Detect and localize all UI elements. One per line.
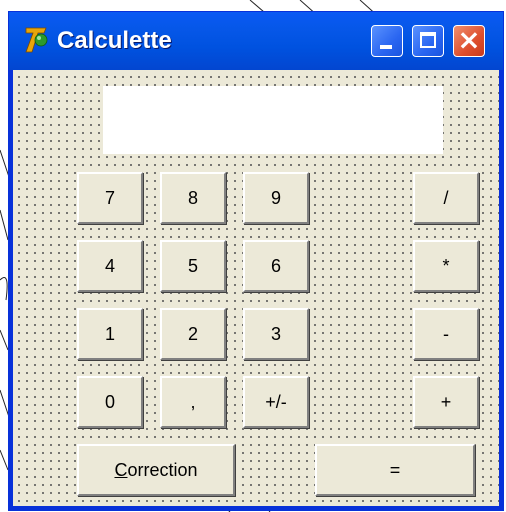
key-4-button[interactable]: 4 [77,240,143,292]
key-6-button[interactable]: 6 [243,240,309,292]
title-bar[interactable]: Calculette × [9,12,503,70]
key-2-button[interactable]: 2 [160,308,226,360]
maximize-button[interactable] [412,25,444,57]
app-icon [25,27,48,53]
correction-button[interactable]: Correction [77,444,235,496]
key-5-button[interactable]: 5 [160,240,226,292]
key-3-button[interactable]: 3 [243,308,309,360]
minimize-icon [380,45,392,49]
minimize-button[interactable] [371,25,403,57]
key-1-button[interactable]: 1 [77,308,143,360]
window-title: Calculette [57,27,172,54]
correction-label: orrection [127,459,198,480]
close-button[interactable]: × [453,25,485,57]
equals-button[interactable]: = [315,444,475,496]
key-7-button[interactable]: 7 [77,172,143,224]
decimal-comma-button[interactable]: , [160,376,226,428]
key-8-button[interactable]: 8 [160,172,226,224]
add-button[interactable]: + [413,376,479,428]
multiply-button[interactable]: * [413,240,479,292]
subtract-button[interactable]: - [413,308,479,360]
close-icon: × [457,23,481,56]
calculator-body: 7 8 9 / 4 5 6 * 1 2 3 - 0 , +/- + Correc… [13,70,499,506]
correction-accelerator: C [114,459,128,480]
sign-toggle-button[interactable]: +/- [243,376,309,428]
result-display[interactable] [103,86,443,154]
key-0-button[interactable]: 0 [77,376,143,428]
divide-button[interactable]: / [413,172,479,224]
calculator-window: Calculette × 7 8 9 / 4 5 6 * 1 2 3 - 0 ,… [8,11,504,511]
maximize-icon [420,32,436,48]
key-9-button[interactable]: 9 [243,172,309,224]
